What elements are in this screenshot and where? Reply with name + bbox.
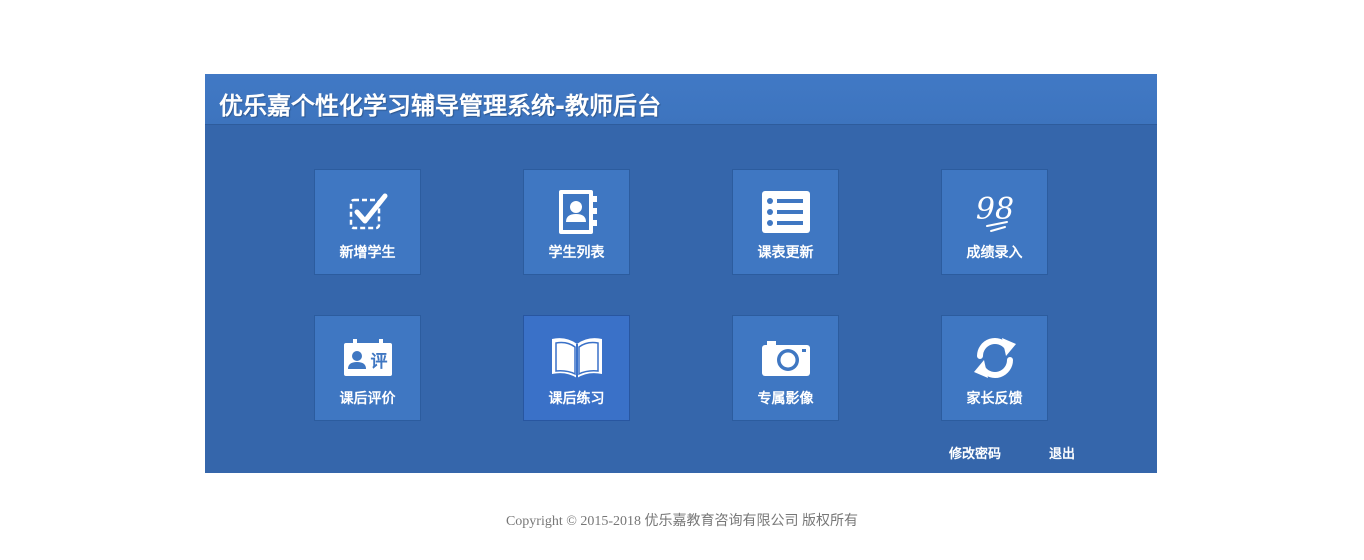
tile-label: 课表更新 bbox=[757, 245, 814, 261]
logout-link[interactable]: 退出 bbox=[1049, 443, 1075, 462]
panel-header: 优乐嘉个性化学习辅导管理系统-教师后台 bbox=[205, 74, 1157, 125]
score-98-icon: 98 bbox=[942, 186, 1047, 238]
tile-student-list[interactable]: 学生列表 bbox=[523, 169, 630, 275]
tile-label: 家长反馈 bbox=[966, 391, 1023, 407]
svg-text:评: 评 bbox=[370, 352, 387, 372]
page: 优乐嘉个性化学习辅导管理系统-教师后台 新增学生 学生列表 课表更新 98 成绩… bbox=[0, 0, 1364, 560]
checkbox-icon bbox=[315, 186, 420, 238]
tile-parent-feedback[interactable]: 家长反馈 bbox=[941, 315, 1048, 421]
tile-after-class-practice[interactable]: 课后练习 bbox=[523, 315, 630, 421]
tile-label: 新增学生 bbox=[339, 245, 396, 261]
tile-label: 课后练习 bbox=[548, 391, 605, 407]
contacts-book-icon bbox=[524, 186, 629, 238]
tile-label: 学生列表 bbox=[548, 245, 605, 261]
camera-icon bbox=[733, 332, 838, 384]
change-password-link[interactable]: 修改密码 bbox=[949, 443, 1001, 462]
main-panel: 优乐嘉个性化学习辅导管理系统-教师后台 新增学生 学生列表 课表更新 98 成绩… bbox=[205, 74, 1157, 473]
copyright-text: Copyright © 2015-2018 优乐嘉教育咨询有限公司 版权所有 bbox=[505, 514, 859, 529]
list-icon bbox=[733, 186, 838, 238]
tile-label: 课后评价 bbox=[339, 391, 396, 407]
svg-text:98: 98 bbox=[975, 192, 1013, 227]
evaluation-card-icon: 评 bbox=[315, 332, 420, 384]
tile-score-entry[interactable]: 98 成绩录入 bbox=[941, 169, 1048, 275]
page-title: 优乐嘉个性化学习辅导管理系统-教师后台 bbox=[219, 92, 661, 120]
refresh-icon bbox=[942, 332, 1047, 384]
tile-label: 专属影像 bbox=[757, 391, 814, 407]
tile-schedule-update[interactable]: 课表更新 bbox=[732, 169, 839, 275]
tile-exclusive-video[interactable]: 专属影像 bbox=[732, 315, 839, 421]
tile-add-student[interactable]: 新增学生 bbox=[314, 169, 421, 275]
tile-label: 成绩录入 bbox=[966, 245, 1023, 261]
tile-after-class-evaluation[interactable]: 评 课后评价 bbox=[314, 315, 421, 421]
open-book-icon bbox=[524, 332, 629, 384]
